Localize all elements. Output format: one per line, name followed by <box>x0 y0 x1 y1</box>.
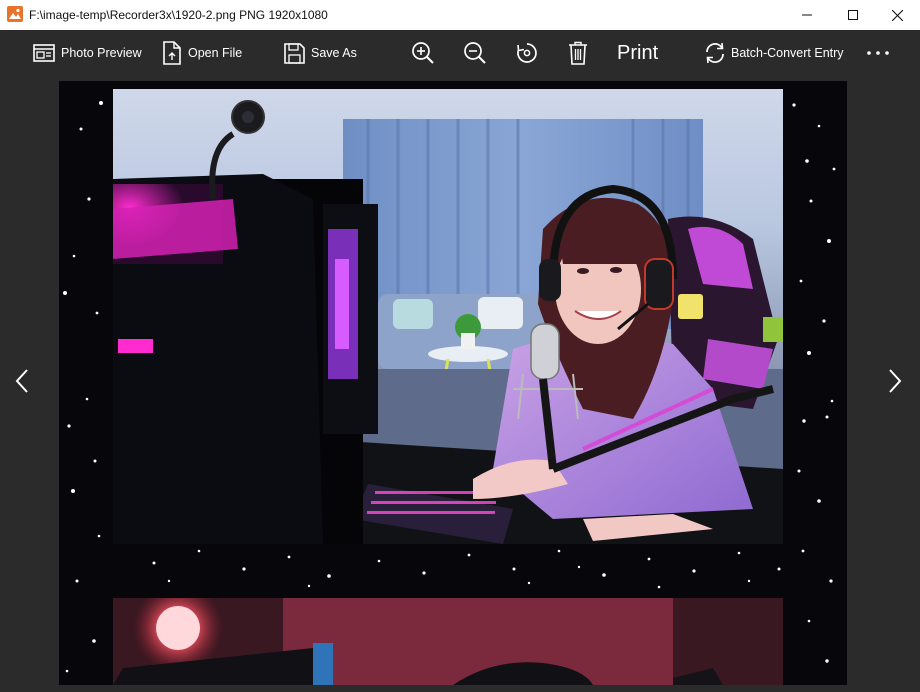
red-light-photo <box>113 598 783 685</box>
photo-app-icon <box>7 6 23 22</box>
delete-button[interactable] <box>568 30 588 76</box>
zoom-in-icon <box>411 41 435 65</box>
chevron-left-icon <box>15 368 29 399</box>
close-button[interactable] <box>874 0 920 30</box>
save-icon <box>284 42 305 64</box>
maximize-icon <box>848 10 858 20</box>
rotate-icon <box>515 41 539 65</box>
next-image-button[interactable] <box>883 366 907 400</box>
rotate-button[interactable] <box>515 30 539 76</box>
minimize-button[interactable] <box>784 0 830 30</box>
refresh-icon <box>703 41 727 65</box>
photo-preview-button[interactable]: Photo Preview <box>33 30 142 76</box>
more-icon <box>866 50 890 56</box>
photo-preview-label: Photo Preview <box>61 46 142 60</box>
window-title: F:\image-temp\Recorder3x\1920-2.png PNG … <box>29 8 328 22</box>
chevron-right-icon <box>888 368 902 399</box>
minimize-icon <box>802 10 812 20</box>
image-canvas <box>59 81 847 685</box>
toolbar: Photo Preview Open File Save As Print Ba… <box>0 30 920 76</box>
save-as-button[interactable]: Save As <box>284 30 357 76</box>
save-as-label: Save As <box>311 46 357 60</box>
gamer-photo <box>113 89 783 544</box>
zoom-in-button[interactable] <box>411 30 435 76</box>
zoom-out-button[interactable] <box>463 30 487 76</box>
batch-convert-label: Batch-Convert Entry <box>731 46 844 60</box>
photo-preview-icon <box>33 44 55 62</box>
open-file-icon <box>162 41 182 65</box>
previous-image-button[interactable] <box>10 366 34 400</box>
delete-icon <box>568 41 588 65</box>
title-bar: F:\image-temp\Recorder3x\1920-2.png PNG … <box>0 0 920 30</box>
open-file-label: Open File <box>188 46 243 60</box>
print-label: Print <box>617 41 659 64</box>
maximize-button[interactable] <box>830 0 876 30</box>
batch-convert-button[interactable]: Batch-Convert Entry <box>703 30 844 76</box>
gamer-photo-drawing <box>113 100 783 544</box>
close-icon <box>891 9 903 21</box>
open-file-button[interactable]: Open File <box>162 30 242 76</box>
more-button[interactable] <box>866 30 890 76</box>
red-light-photo-drawing <box>113 598 783 685</box>
print-button[interactable]: Print <box>617 30 658 76</box>
image-viewer <box>0 76 920 692</box>
zoom-out-icon <box>463 41 487 65</box>
